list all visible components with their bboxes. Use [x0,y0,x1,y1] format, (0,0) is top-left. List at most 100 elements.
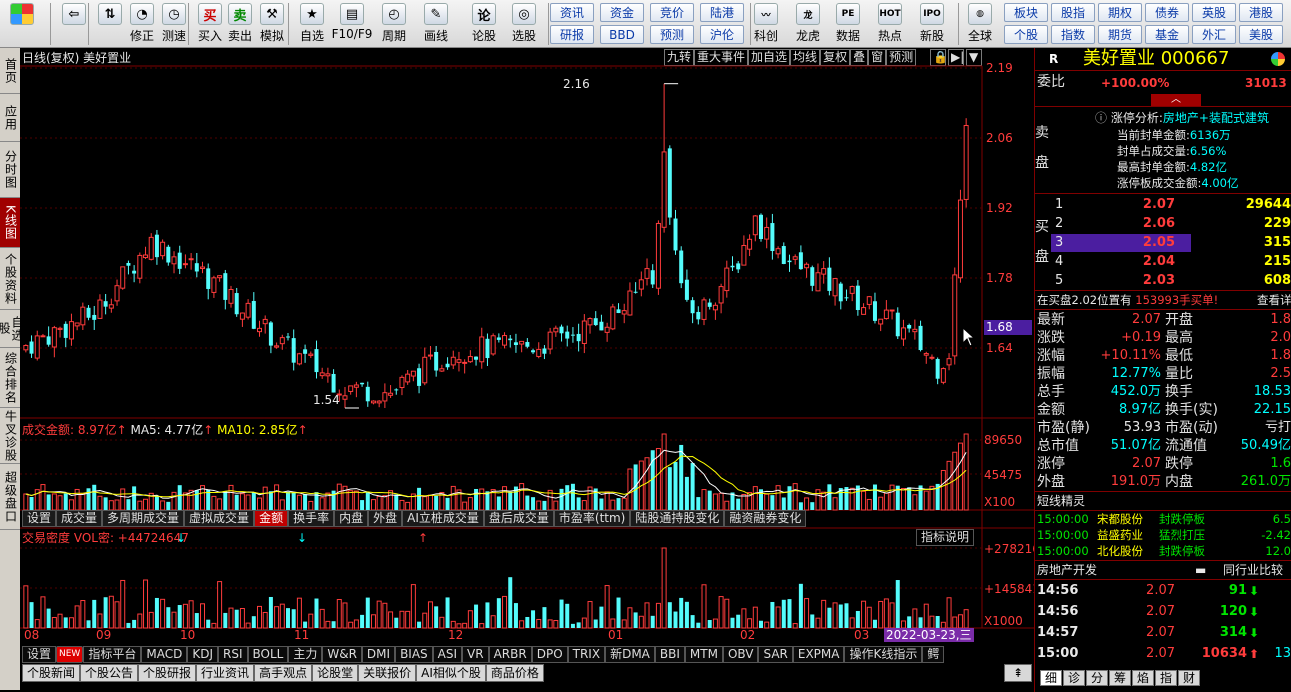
market-button[interactable]: 股指 [1051,3,1095,22]
toolbar-text-button[interactable]: 资金 [600,3,644,22]
toolbar-text-button[interactable]: 研报 [550,25,594,44]
f10-button[interactable]: ▤ F10/F9 [332,0,372,41]
market-button[interactable]: 期货 [1098,25,1142,44]
quote-tab[interactable]: 分 [1086,670,1108,686]
cycle-button[interactable]: ◴ 周期 [376,0,412,44]
quote-tab[interactable]: 诊 [1063,670,1085,686]
indicator-tab[interactable]: MTM [684,646,723,663]
indicator-tab[interactable]: DPO [531,646,568,663]
kline-chart[interactable] [20,48,1034,664]
back-button[interactable]: ⇦ [56,0,92,25]
hot-button[interactable]: HOT 热点 [872,0,908,44]
indicator-tab[interactable]: SAR [758,646,793,663]
left-tab[interactable]: 应用 [0,94,20,142]
pin-icon[interactable]: ⇞ [1004,664,1032,682]
up-down-button[interactable]: ⇅ [92,0,128,25]
simulate-button[interactable]: ⚒ 模拟 [254,0,290,44]
indicator-tab[interactable]: 设置 [22,510,57,527]
quote-tab[interactable]: 细 [1040,670,1062,686]
toolbar-text-button[interactable]: 陆港 [700,3,744,22]
quote-tab[interactable]: 筹 [1109,670,1131,686]
new-stock-button[interactable]: IPO 新股 [914,0,950,44]
indicator-tab[interactable]: 换手率 [288,510,335,527]
lun-gu-button[interactable]: 论论股 [466,0,502,44]
industry-compare[interactable]: 同行业比较 [1223,563,1283,577]
toolbar-text-button[interactable]: 竞价 [650,3,694,22]
quote-tab[interactable]: 焰 [1132,670,1154,686]
indicator-tab[interactable]: W&R [322,646,362,663]
indicator-tab[interactable]: 内盘 [334,510,369,527]
left-tab[interactable]: K线图 [0,198,20,248]
logo-button[interactable] [4,0,40,25]
draw-button[interactable]: ✎ 画线 [418,0,454,44]
indicator-tab[interactable]: 成交量 [56,510,103,527]
left-tab[interactable]: 分时图 [0,142,20,198]
collapse-icon[interactable]: ︿ [1151,94,1201,106]
market-button[interactable]: 基金 [1145,25,1189,44]
info-tab[interactable]: 个股研报 [138,664,197,682]
indicator-tab[interactable]: ASI [432,646,463,663]
indicator-tab[interactable]: 市盈率(ttm) [553,510,631,527]
indicator-tab[interactable]: KDJ [187,646,218,663]
info-tab[interactable]: 个股公告 [80,664,139,682]
indicator-tab[interactable]: 鳄 [922,646,945,663]
short-stock[interactable]: 北化股份 [1097,544,1143,558]
bid-price[interactable]: 2.07 [1115,196,1175,214]
pick-stock-button[interactable]: ◎ 选股 [506,0,542,44]
info-tab[interactable]: 个股新闻 [22,664,81,682]
market-button[interactable]: 外汇 [1192,25,1236,44]
speed-test-button[interactable]: ◷ 测速 [156,0,192,44]
market-button[interactable]: 期权 [1098,3,1142,22]
toolbar-text-button[interactable]: 预测 [650,25,694,44]
indicator-tab[interactable]: BIAS [395,646,433,663]
quote-tab[interactable]: 财 [1178,670,1200,686]
indicator-tab[interactable]: 虚拟成交量 [184,510,255,527]
indicator-tab[interactable]: MACD [141,646,188,663]
market-button[interactable]: 港股 [1239,3,1283,22]
indicator-tab[interactable]: TRIX [567,646,606,663]
info-tab[interactable]: 高手观点 [254,664,313,682]
short-stock[interactable]: 宋都股份 [1097,512,1143,526]
info-tab[interactable]: 关联报价 [358,664,417,682]
indicator-tab[interactable]: 外盘 [368,510,403,527]
quote-tab[interactable]: 指 [1155,670,1177,686]
indicator-tab[interactable]: VR [462,646,489,663]
revise-button[interactable]: ◔ 修正 [124,0,160,44]
info-tab[interactable]: 行业资讯 [196,664,255,682]
market-button[interactable]: 美股 [1239,25,1283,44]
indicator-tab[interactable]: OBV [722,646,759,663]
dropdown-icon[interactable]: ▬ [1195,563,1206,577]
indicator-tab[interactable]: 多周期成交量 [102,510,185,527]
indicator-tab[interactable]: 新DMA [605,646,655,663]
indicator-tab[interactable]: 盘后成交量 [483,510,554,527]
indicator-tab[interactable]: EXPMA [792,646,845,663]
toolbar-text-button[interactable]: BBD [600,25,644,44]
indicator-tab[interactable]: 设置 [22,646,57,663]
global-button[interactable]: ◍ 全球 [962,0,998,44]
bid-price[interactable]: 2.06 [1115,215,1175,233]
market-button[interactable]: 个股 [1004,25,1048,44]
data-button[interactable]: PE 数据 [830,0,866,44]
short-stock[interactable]: 益盛药业 [1097,528,1143,542]
indicator-tab[interactable]: AI立桩成交量 [402,510,484,527]
left-tab[interactable]: 个股资料 [0,248,20,310]
left-tab[interactable]: 牛叉诊股 [0,408,20,464]
indicator-tab[interactable]: 陆股通持股变化 [630,510,725,527]
toolbar-text-button[interactable]: 沪伦 [700,25,744,44]
bid-price[interactable]: 2.04 [1115,253,1175,271]
left-tab[interactable]: 首页 [0,48,20,94]
market-button[interactable]: 英股 [1192,3,1236,22]
color-wheel-icon[interactable] [1271,52,1285,66]
view-detail-link[interactable]: 查看详 [1257,293,1291,307]
bid-price[interactable]: 2.03 [1115,272,1175,290]
longhu-button[interactable]: 龙龙虎 [790,0,826,44]
market-button[interactable]: 指数 [1051,25,1095,44]
toolbar-text-button[interactable]: 资讯 [550,3,594,22]
bid-price[interactable]: 2.05 [1115,234,1175,252]
left-tab[interactable]: 综合排名 [0,348,20,408]
indicator-tab[interactable]: ARBR [488,646,532,663]
indicator-tab[interactable]: 金额 [254,510,289,527]
indicator-tab[interactable]: DMI [361,646,396,663]
indicator-tab[interactable]: BOLL [247,646,289,663]
info-tab[interactable]: AI相似个股 [416,664,486,682]
